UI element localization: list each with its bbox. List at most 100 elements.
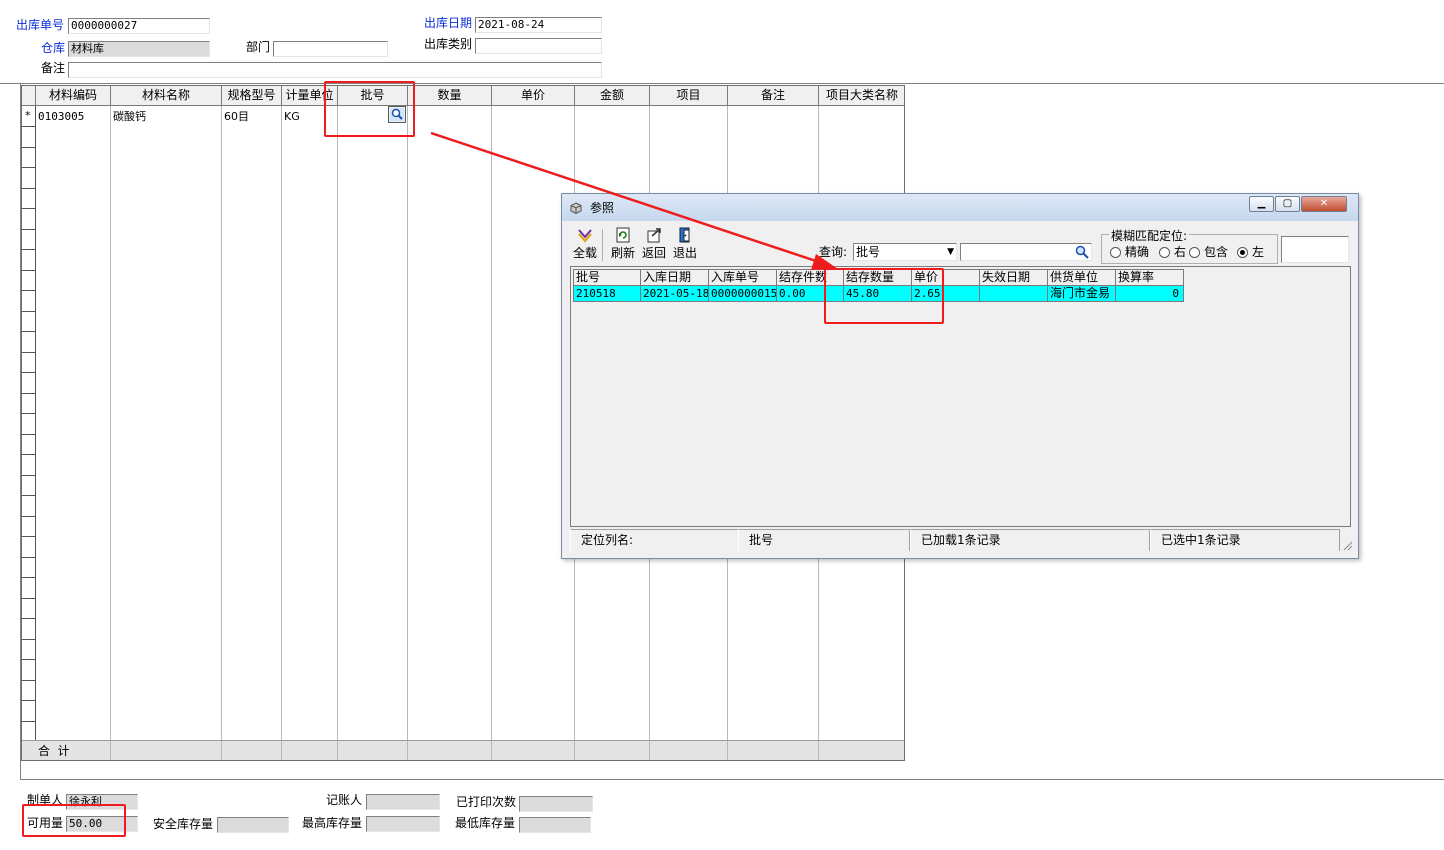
- query-search-button[interactable]: [1074, 244, 1090, 260]
- toolbar-separator: [602, 229, 603, 261]
- print-count-label: 已打印次数: [456, 795, 517, 809]
- reference-dialog[interactable]: 参照 ▁ ▢ ✕ 全载 刷新 返回 退出 查询: 批号 ▼ 模糊匹配定位: 精确…: [561, 193, 1359, 559]
- date-field[interactable]: 2021-08-24: [475, 17, 602, 33]
- warehouse-field[interactable]: 材料库: [68, 41, 210, 57]
- maximize-button[interactable]: ▢: [1275, 196, 1300, 212]
- dialog-titlebar[interactable]: 参照 ▁ ▢ ✕: [562, 194, 1358, 221]
- close-icon: ✕: [1319, 198, 1329, 209]
- bookkeeper-label: 记账人: [326, 793, 363, 807]
- totals-label: 合 计: [38, 744, 70, 758]
- available-field[interactable]: 50.00: [66, 816, 138, 832]
- col-material-code[interactable]: 材料编码: [36, 86, 111, 106]
- col-unit[interactable]: 计量单位: [282, 86, 338, 106]
- ref-col-in-date[interactable]: 入库日期: [641, 269, 709, 286]
- status-locate-label: 定位列名:: [570, 529, 740, 551]
- ref-cell-supplier[interactable]: 海门市金易: [1048, 286, 1116, 302]
- col-divider: [491, 741, 492, 760]
- col-divider: [110, 741, 111, 760]
- col-divider: [818, 741, 819, 760]
- exit-door-icon: [679, 227, 690, 243]
- cell-unit[interactable]: KG: [284, 110, 300, 124]
- col-project-class[interactable]: 项目大类名称: [819, 86, 904, 106]
- locate-input[interactable]: [1281, 236, 1349, 263]
- cell-material-name[interactable]: 碳酸钙: [113, 110, 146, 124]
- warehouse-label: 仓库: [41, 41, 66, 55]
- ref-cell-qty[interactable]: 45.80: [844, 286, 912, 302]
- col-divider: [649, 741, 650, 760]
- col-divider: [110, 106, 111, 760]
- row-header-divider: [35, 106, 36, 740]
- col-divider: [407, 741, 408, 760]
- row-separator: [22, 188, 35, 189]
- ref-cell-expiry[interactable]: [980, 286, 1048, 302]
- ref-cell-pieces[interactable]: 0.00: [777, 286, 844, 302]
- col-divider: [491, 106, 492, 760]
- col-spec[interactable]: 规格型号: [222, 86, 282, 106]
- remark-label: 备注: [41, 61, 66, 75]
- cell-spec[interactable]: 60目: [224, 110, 249, 124]
- exit-button[interactable]: 退出: [670, 227, 700, 263]
- ref-col-rate[interactable]: 换算率: [1116, 269, 1184, 286]
- ref-col-pieces[interactable]: 结存件数: [777, 269, 844, 286]
- ref-col-expiry[interactable]: 失效日期: [980, 269, 1048, 286]
- col-remark[interactable]: 备注: [728, 86, 819, 106]
- radio-left[interactable]: [1237, 247, 1248, 258]
- query-label: 查询:: [819, 245, 848, 259]
- ref-cell-price[interactable]: 2.65: [912, 286, 980, 302]
- ref-col-supplier[interactable]: 供货单位: [1048, 269, 1116, 286]
- col-amount[interactable]: 金额: [575, 86, 650, 106]
- ref-col-qty[interactable]: 结存数量: [844, 269, 912, 286]
- order-no-field[interactable]: 0000000027: [68, 18, 210, 34]
- col-material-name[interactable]: 材料名称: [111, 86, 222, 106]
- minimize-button[interactable]: ▁: [1249, 196, 1274, 212]
- cell-material-code[interactable]: 0103005: [38, 110, 84, 124]
- category-field[interactable]: [475, 38, 602, 54]
- query-field-select[interactable]: 批号 ▼: [853, 243, 957, 261]
- row-separator: [22, 495, 35, 496]
- row-header-corner: [22, 86, 36, 106]
- ref-cell-batch[interactable]: 210518: [573, 286, 641, 302]
- radio-contains[interactable]: [1189, 247, 1200, 258]
- close-button[interactable]: ✕: [1301, 196, 1347, 212]
- row-separator: [22, 618, 35, 619]
- col-price[interactable]: 单价: [492, 86, 575, 106]
- max-stock-field[interactable]: [366, 816, 440, 832]
- radio-left-label: 左: [1252, 245, 1265, 259]
- available-label: 可用量: [27, 816, 64, 830]
- safety-stock-label: 安全库存量: [153, 817, 214, 831]
- ref-col-in-no[interactable]: 入库单号: [709, 269, 777, 286]
- load-all-button[interactable]: 全载: [570, 227, 600, 263]
- refresh-icon: [616, 227, 630, 243]
- bookkeeper-field[interactable]: [366, 794, 440, 810]
- load-all-label: 全载: [572, 246, 597, 260]
- row-separator: [22, 372, 35, 373]
- print-count-field[interactable]: [519, 796, 593, 812]
- row-separator: [22, 516, 35, 517]
- batch-lookup-button[interactable]: [388, 106, 406, 123]
- col-project[interactable]: 项目: [650, 86, 728, 106]
- remark-field[interactable]: [68, 62, 602, 78]
- query-input[interactable]: [960, 243, 1092, 261]
- ref-cell-in-no[interactable]: 0000000015: [709, 286, 777, 302]
- dept-field[interactable]: [273, 41, 388, 57]
- col-qty[interactable]: 数量: [408, 86, 492, 106]
- row-separator: [22, 536, 35, 537]
- radio-exact[interactable]: [1110, 247, 1121, 258]
- safety-stock-field[interactable]: [217, 817, 289, 833]
- ref-cell-in-date[interactable]: 2021-05-18: [641, 286, 709, 302]
- resize-grip-icon[interactable]: [1341, 539, 1353, 551]
- maker-field[interactable]: 徐永利: [66, 794, 138, 810]
- min-stock-field[interactable]: [519, 817, 591, 833]
- reference-grid[interactable]: [570, 266, 1351, 527]
- row-separator: [22, 557, 35, 558]
- ref-col-batch[interactable]: 批号: [573, 269, 641, 286]
- radio-exact-label: 精确: [1125, 245, 1150, 259]
- row-separator: [22, 229, 35, 230]
- radio-right[interactable]: [1159, 247, 1170, 258]
- col-batch[interactable]: 批号: [338, 86, 408, 106]
- row-separator: [22, 680, 35, 681]
- back-button[interactable]: 返回: [639, 227, 669, 263]
- ref-col-price[interactable]: 单价: [912, 269, 980, 286]
- refresh-button[interactable]: 刷新: [608, 227, 638, 263]
- ref-cell-rate[interactable]: 0: [1116, 286, 1184, 302]
